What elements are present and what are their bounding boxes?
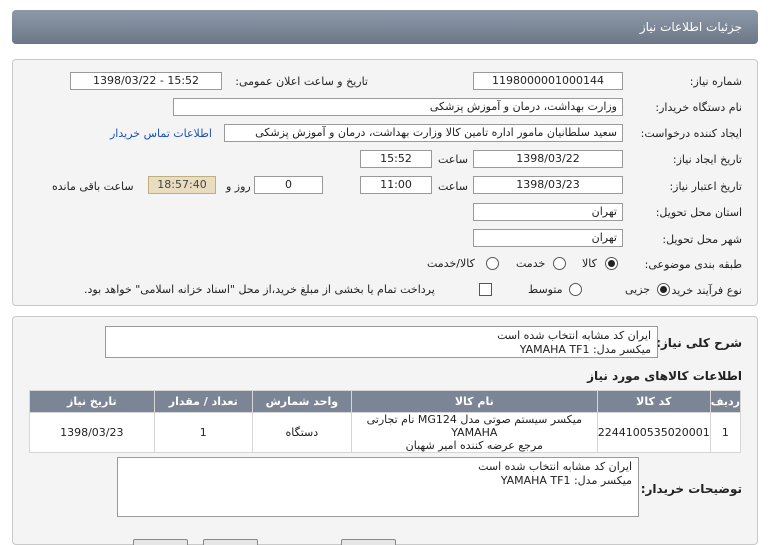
col-date-header: تاریخ نیاز [29, 390, 155, 413]
items-section-title: اطلاعات کالاهای مورد نیاز [587, 369, 742, 383]
buyer-notes-line-2: میکسر مدل: YAMAHA TF1 [500, 474, 632, 487]
need-number-field: 1198000001000144 [473, 72, 623, 90]
cell-name: میکسر سیستم صوتی مدل MG124 نام تجارتی YA… [350, 412, 598, 453]
summary-line-1: ایران کد مشابه انتخاب شده است [497, 329, 651, 342]
created-date-field: 1398/03/22 [473, 150, 623, 168]
cell-date: 1398/03/23 [29, 412, 155, 453]
col-name-header: نام کالا [350, 390, 598, 413]
announce-label: تاریخ و ساعت اعلان عمومی: [235, 75, 368, 88]
buyer-contact-link[interactable]: اطلاعات تماس خریدار [110, 127, 212, 140]
col-qty-header: تعداد / مقدار [153, 390, 253, 413]
requester-label: ایجاد کننده درخواست: [640, 127, 742, 140]
remaining-label: ساعت باقی مانده [52, 180, 134, 193]
table-row[interactable]: 1 2244100535020001 میکسر سیستم صوتی مدل … [29, 412, 742, 453]
province-field: تهران [473, 203, 623, 221]
remaining-time-field: 18:57:40 [148, 176, 216, 194]
cell-code: 2244100535020001 [596, 412, 711, 453]
validity-time-label: ساعت [438, 180, 468, 193]
page-header: جزئیات اطلاعات نیاز [12, 10, 758, 44]
process-medium-radio[interactable] [569, 283, 582, 296]
created-date-label: تاریخ ایجاد نیاز: [672, 153, 742, 166]
validity-date-field: 1398/03/23 [473, 176, 623, 194]
category-goods-radio[interactable] [605, 257, 618, 270]
cell-name-line-1: میکسر سیستم صوتی مدل MG124 نام تجارتی YA… [366, 413, 582, 439]
province-label: استان محل تحویل: [655, 206, 742, 219]
buyer-notes-line-1: ایران کد مشابه انتخاب شده است [478, 460, 632, 473]
need-number-label: شماره نیاز: [689, 75, 742, 88]
bottom-button-2[interactable] [203, 539, 258, 545]
process-label: نوع فرآیند خرید : [664, 284, 742, 297]
city-field: تهران [473, 229, 623, 247]
announce-field: 1398/03/22 - 15:52 [70, 72, 222, 90]
page-title: جزئیات اطلاعات نیاز [639, 20, 742, 34]
validity-time-field: 11:00 [360, 176, 432, 194]
category-both-label: کالا/خدمت [427, 257, 475, 270]
category-service-label: خدمت [516, 257, 546, 270]
city-label: شهر محل تحویل: [662, 233, 742, 246]
buyer-notes-label: توضیحات خریدار: [640, 482, 742, 496]
category-service-radio[interactable] [553, 257, 566, 270]
cell-name-line-2: مرجع عرضه کننده امیر شهبان [405, 439, 543, 452]
summary-box: ایران کد مشابه انتخاب شده است میکسر مدل:… [105, 326, 658, 358]
cell-row: 1 [709, 412, 742, 453]
created-time-label: ساعت [438, 153, 468, 166]
process-minor-radio[interactable] [657, 283, 670, 296]
process-medium-label: متوسط [528, 283, 563, 296]
col-code-header: کد کالا [596, 390, 711, 413]
buyer-org-label: نام دستگاه خریدار: [655, 101, 742, 114]
summary-label: شرح کلی نیاز: [656, 336, 742, 350]
items-table: ردیف کد کالا نام کالا واحد شمارش تعداد /… [29, 390, 742, 453]
category-label: طبقه بندی موضوعی: [644, 258, 742, 271]
requester-field: سعید سلطانیان مامور اداره تامین کالا وزا… [224, 124, 623, 142]
treasury-payment-checkbox[interactable] [479, 283, 492, 296]
validity-date-label: تاریخ اعتبار نیاز: [669, 180, 742, 193]
category-goods-label: کالا [582, 257, 597, 270]
summary-line-2: میکسر مدل: YAMAHA TF1 [519, 343, 651, 356]
process-minor-label: جزیی [625, 283, 651, 296]
cell-unit: دستگاه [251, 412, 352, 453]
col-row-header: ردیف [709, 390, 742, 413]
days-label: روز و [226, 180, 251, 193]
category-both-radio[interactable] [486, 257, 499, 270]
buyer-notes-box: ایران کد مشابه انتخاب شده است میکسر مدل:… [117, 457, 639, 517]
col-unit-header: واحد شمارش [251, 390, 352, 413]
days-field: 0 [254, 176, 323, 194]
cell-qty: 1 [153, 412, 253, 453]
created-time-field: 15:52 [360, 150, 432, 168]
bottom-button-3[interactable] [341, 539, 396, 545]
treasury-payment-note: پرداخت تمام یا بخشی از مبلغ خرید،از محل … [84, 283, 435, 296]
buyer-org-field: وزارت بهداشت، درمان و آموزش پزشکی [173, 98, 623, 116]
bottom-button-1[interactable] [133, 539, 188, 545]
